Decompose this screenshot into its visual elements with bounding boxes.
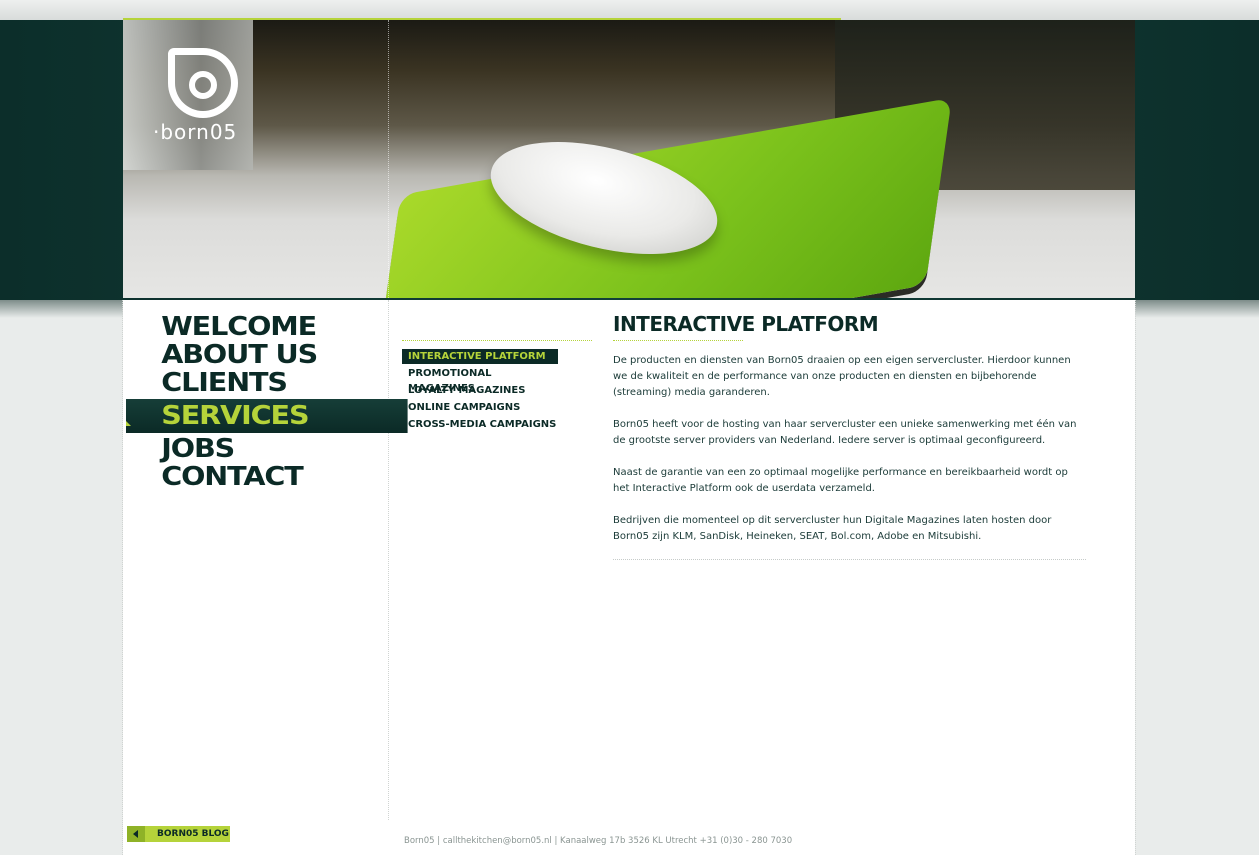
sub-nav-promotional-magazines[interactable]: PROMOTIONAL MAGAZINES	[402, 366, 558, 394]
main-nav-jobs[interactable]: JOBS	[126, 435, 408, 463]
sub-nav: INTERACTIVE PLATFORM PROMOTIONAL MAGAZIN…	[402, 340, 592, 434]
article: INTERACTIVE PLATFORM De producten en die…	[613, 312, 1086, 560]
blog-button-label: BORN05 BLOG	[157, 829, 229, 839]
main-nav-welcome[interactable]: WELCOME	[126, 313, 408, 341]
paragraph: Born05 heeft voor de hosting van haar se…	[613, 419, 1077, 446]
hero-divider	[388, 20, 389, 298]
sub-nav-rule	[402, 340, 592, 344]
footer-contact: Born05 | callthekitchen@born05.nl | Kana…	[404, 836, 793, 846]
main-nav-contact[interactable]: CONTACT	[126, 463, 408, 491]
main-nav: WELCOME ABOUT US CLIENTS SERVICES JOBS C…	[126, 313, 408, 491]
title-rule	[613, 340, 743, 341]
active-marker	[126, 421, 131, 426]
page-title: INTERACTIVE PLATFORM	[613, 312, 879, 336]
hero-image: ·born05	[123, 20, 1135, 298]
paragraph: De producten en diensten van Born05 draa…	[613, 355, 1071, 398]
main-nav-about-us[interactable]: ABOUT US	[126, 341, 408, 369]
paragraph: Naast de garantie van een zo optimaal mo…	[613, 467, 1068, 494]
main-nav-services[interactable]: SERVICES	[126, 399, 408, 433]
sub-nav-loyalty-magazines[interactable]: LOYALTY MAGAZINES	[402, 383, 558, 398]
paragraph: Bedrijven die momenteel op dit serverclu…	[613, 515, 1052, 542]
logo-icon	[168, 48, 238, 118]
page-edge-right	[1135, 300, 1136, 855]
sub-nav-cross-media-campaigns[interactable]: CROSS-MEDIA CAMPAIGNS	[402, 417, 558, 432]
blog-button[interactable]: BORN05 BLOG	[127, 826, 230, 842]
back-arrow-icon	[127, 826, 145, 842]
main-nav-clients[interactable]: CLIENTS	[126, 369, 408, 397]
sub-nav-online-campaigns[interactable]: ONLINE CAMPAIGNS	[402, 400, 558, 415]
top-bar	[0, 0, 1259, 20]
page-edge-left	[122, 300, 123, 855]
article-end-rule	[613, 559, 1086, 560]
brand-logo[interactable]: ·born05	[153, 48, 263, 148]
sub-nav-interactive-platform[interactable]: INTERACTIVE PLATFORM	[402, 349, 558, 364]
logo-text: ·born05	[153, 120, 238, 144]
